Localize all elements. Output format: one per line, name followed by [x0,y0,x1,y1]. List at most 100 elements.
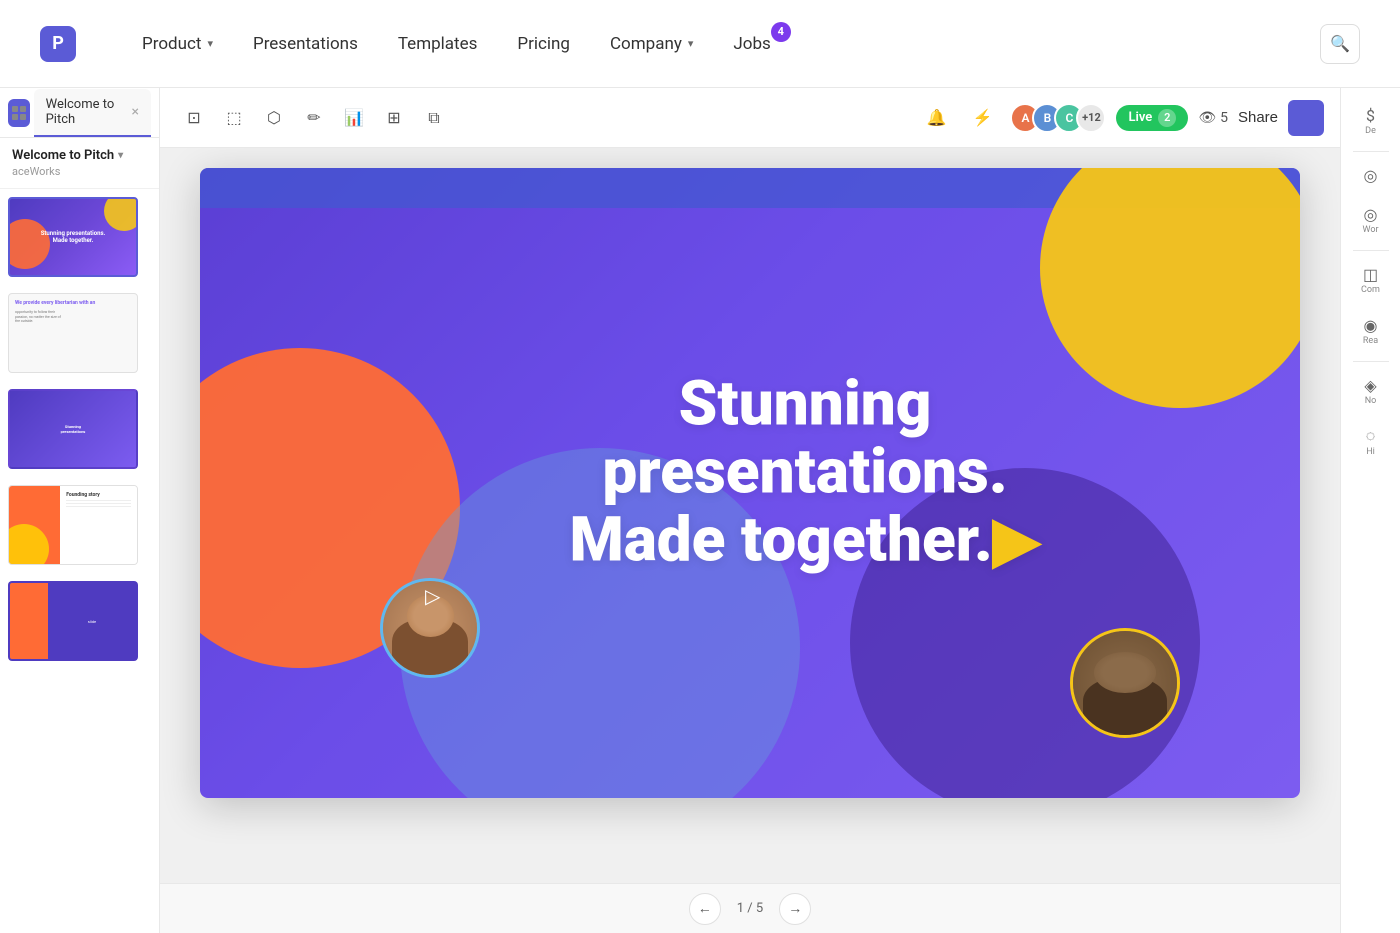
next-icon: → [788,900,802,917]
live-count: 2 [1158,109,1176,127]
shape-tool-button[interactable]: ⬡ [256,100,292,136]
slide-thumb-4[interactable]: Founding story [0,477,159,573]
text-icon: ⊡ [187,108,200,127]
notes-panel-item[interactable]: ◈ No [1349,370,1393,413]
comments-label: Com [1361,286,1380,296]
slide-thumb-inner-1: Stunning presentations.Made together. [8,197,138,277]
slide-canvas-area: Stunning presentations. Made together.▶ … [160,148,1340,883]
nav-items: Product ▾ Presentations Templates Pricin… [126,26,1280,62]
design-panel-item[interactable]: $ De [1349,100,1393,143]
presentation-title-row[interactable]: Welcome to Pitch ▾ [12,148,147,163]
editor-toolbar: ⊡ ⬚ ⬡ ✏ 📊 ⊞ ⧉ [160,88,1340,148]
presentation-header: Welcome to Pitch ▾ aceWorks [0,138,159,189]
image-tool-button[interactable]: ⬚ [216,100,252,136]
slide-main-text: Stunning presentations. Made together.▶ [530,370,1080,575]
nav-jobs[interactable]: Jobs 4 [717,26,786,62]
comments-icon: ◫ [1363,265,1378,284]
editor-container: Welcome to Pitch × Welcome to Pitch ▾ ac… [0,88,1400,933]
slide-thumb-2[interactable]: We provide every libertarian with an opp… [0,285,159,381]
live-label: Live [1128,110,1152,125]
style-panel-item[interactable]: ◎ [1349,160,1393,191]
nav-templates[interactable]: Templates [382,26,494,62]
arrow-icon: ▶ [993,504,1041,577]
cursor-arrow: ▷ [425,584,440,608]
grid-icon [12,106,26,120]
slide-thumb-5[interactable]: slide [0,573,159,669]
slide-thumb-inner-4: Founding story [8,485,138,565]
tab-label: Welcome to Pitch [46,97,120,127]
panel-divider-1 [1353,151,1389,152]
table-tool-button[interactable]: ⊞ [376,100,412,136]
design-icon: $ [1366,106,1375,125]
user-button[interactable] [1288,100,1324,136]
presentation-title: Welcome to Pitch [12,148,114,163]
toolbar-left: ⊡ ⬚ ⬡ ✏ 📊 ⊞ ⧉ [176,100,452,136]
reactions-icon: ◉ [1364,316,1378,335]
chart-tool-button[interactable]: 📊 [336,100,372,136]
slide-indicator: 1 / 5 [737,901,763,916]
slide-panel: Welcome to Pitch × Welcome to Pitch ▾ ac… [0,88,160,933]
thumb4-right: Founding story [60,486,137,564]
panel-divider-3 [1353,361,1389,362]
reactions-panel-item[interactable]: ◉ Rea [1349,310,1393,353]
draw-tool-button[interactable]: ✏ [296,100,332,136]
slide-thumb-inner-5: slide [8,581,138,661]
slide-bottom-controls: ← 1 / 5 → [160,883,1340,933]
reactions-label: Rea [1363,337,1378,347]
thumb2-content: We provide every libertarian with an opp… [15,300,131,366]
prev-slide-button[interactable]: ← [689,893,721,925]
comments-panel-item[interactable]: ◫ Com [1349,259,1393,302]
thumb1-text: Stunning presentations.Made together. [16,230,129,244]
nav-company[interactable]: Company ▾ [594,26,709,62]
live-badge[interactable]: Live 2 [1116,105,1188,131]
slide-thumb-1[interactable]: Stunning presentations.Made together. [0,189,159,285]
right-panel: $ De ◎ ◎ Wor ◫ Com ◉ Rea ◈ No ◌ Hi [1340,88,1400,933]
eye-icon: 👁 [1198,110,1216,126]
thumb2-body: opportunity to follow theirpassion, no m… [15,310,131,324]
tab-close-button[interactable]: × [132,104,139,120]
next-slide-button[interactable]: → [779,893,811,925]
tab-bar: Welcome to Pitch × [0,88,159,138]
thumb4-left [9,486,60,564]
notes-label: No [1365,397,1377,407]
workspace-panel-item[interactable]: ◎ Wor [1349,199,1393,242]
search-button[interactable]: 🔍 [1320,24,1360,64]
slide-thumb-inner-2: We provide every libertarian with an opp… [8,293,138,373]
thumb5-content: slide [10,583,136,659]
thumb3-bg: Stunningpresentations [10,391,136,467]
tab-welcome[interactable]: Welcome to Pitch × [34,89,151,137]
panel-divider-2 [1353,250,1389,251]
draw-icon: ✏ [307,108,320,127]
slide-canvas[interactable]: Stunning presentations. Made together.▶ … [200,168,1300,798]
slide-user2-avatar [1070,628,1180,738]
toolbar-right: 🔔 ⚡ A B C +12 Live 2 👁 5 [918,100,1324,136]
design-label: De [1365,127,1376,137]
embed-tool-button[interactable]: ⧉ [416,100,452,136]
thumb5-text: slide [88,619,96,624]
search-icon: 🔍 [1330,34,1350,53]
nav-product[interactable]: Product ▾ [126,26,229,62]
company-chevron-icon: ▾ [688,37,694,50]
lightning-button[interactable]: ⚡ [964,100,1000,136]
style-icon: ◎ [1364,166,1378,185]
nav-pricing[interactable]: Pricing [501,26,586,62]
presentation-chevron-icon: ▾ [118,150,123,161]
bell-button[interactable]: 🔔 [918,100,954,136]
slide-thumb-3[interactable]: Stunningpresentations [0,381,159,477]
thumb2-title: We provide every libertarian with an [15,300,131,307]
workspace-icon: ◎ [1364,205,1378,224]
notes-icon: ◈ [1364,376,1376,395]
chart-icon: 📊 [344,108,364,127]
text-tool-button[interactable]: ⊡ [176,100,212,136]
thumb4-line2 [66,503,131,504]
share-button[interactable]: Share [1238,109,1278,126]
thumb4-content: Founding story [9,486,137,564]
nav-presentations[interactable]: Presentations [237,26,374,62]
image-icon: ⬚ [226,108,241,127]
user2-face [1073,631,1177,735]
view-count: 👁 5 [1198,110,1228,126]
table-icon: ⊞ [387,108,400,127]
logo[interactable]: P [40,26,76,62]
history-panel-item[interactable]: ◌ Hi [1349,420,1393,464]
lightning-icon: ⚡ [973,108,993,127]
